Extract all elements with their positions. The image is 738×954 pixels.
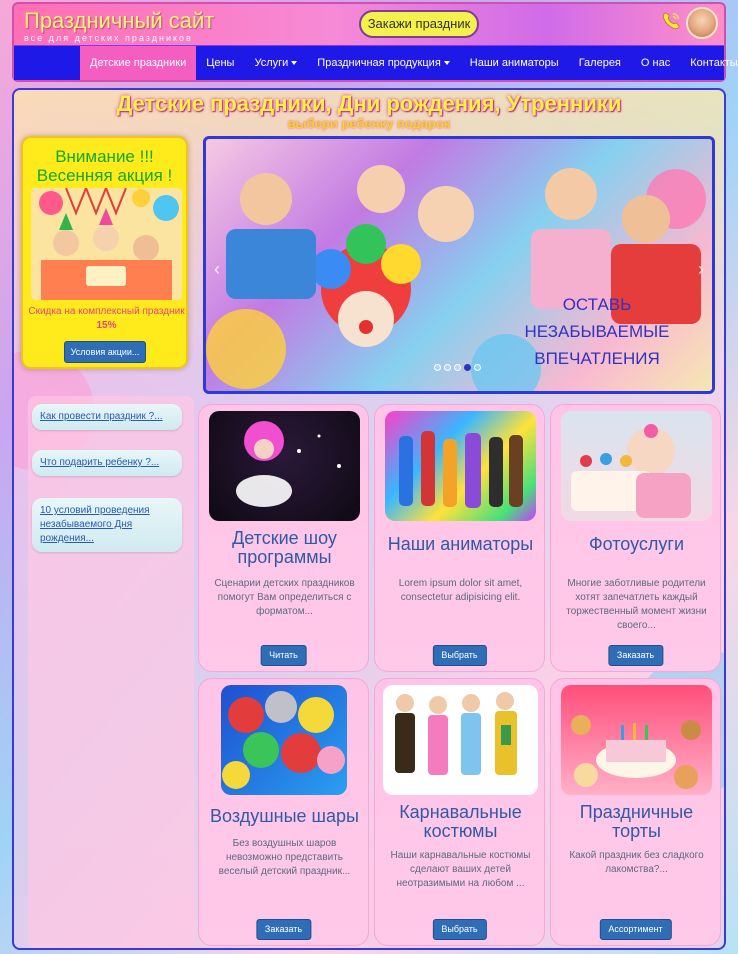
promo-title-line: Внимание !!! [55, 147, 154, 166]
sidebar-link-gift-ideas[interactable]: Что подарить ребенку ?... [32, 450, 182, 476]
nav-item-services[interactable]: Услуги [244, 46, 307, 80]
card-title: Фотоуслуги [588, 534, 685, 554]
nav-label: Галерея [578, 57, 621, 69]
promo-party-image [31, 188, 182, 300]
slide-caption-line: ВПЕЧАТЛЕНИЯ [534, 349, 660, 368]
promo-title: Внимание !!! Весенняя акция ! [23, 147, 186, 185]
sidebar: Как провести праздник ?... Что подарить … [28, 396, 194, 948]
promo-text: Скидка на комплексный праздник 15% [27, 305, 186, 333]
site-subtitle: все для детских праздников [24, 33, 193, 43]
cakes-image [561, 685, 712, 795]
slider-dots [434, 364, 481, 371]
chevron-down-icon [291, 61, 298, 65]
phone-icon[interactable] [660, 10, 682, 32]
clown-show-image [209, 411, 360, 521]
nav-label: Праздничная продукция [317, 57, 441, 69]
chevron-down-icon [443, 61, 450, 65]
choose-button[interactable]: Выбрать [432, 919, 487, 940]
slider-dot[interactable] [444, 364, 451, 371]
nav-item-contacts[interactable]: Контакты [680, 46, 738, 80]
read-button[interactable]: Читать [260, 645, 307, 666]
card-text: Какой праздник без сладкого лакомства?..… [569, 850, 704, 875]
slide-caption-line: ОСТАВЬ [562, 295, 632, 314]
sidebar-link-10-conditions[interactable]: 10 условий проведения незабываемого Дня … [32, 498, 182, 552]
nav-label: Наши аниматоры [469, 57, 559, 69]
slide-caption: ОСТАВЬ НЕЗАБЫВАЕМЫЕ ВПЕЧАТЛЕНИЯ [522, 291, 672, 372]
nav-item-about[interactable]: О нас [631, 46, 680, 80]
main-content: Детские праздники, Дни рождения, Утренни… [12, 88, 726, 950]
card-text: Многие заботливые родители хотят запечат… [566, 578, 707, 631]
animators-image [385, 411, 536, 521]
main-navbar: Детские праздники Цены Услуги Празднична… [14, 45, 738, 80]
nav-label: Цены [206, 57, 235, 69]
card-text: Lorem ipsum dolor sit amet, consectetur … [398, 578, 523, 603]
nav-label: О нас [640, 57, 671, 69]
card-text: Сценарии детских праздников помогут Вам … [214, 578, 355, 617]
nav-item-prices[interactable]: Цены [196, 46, 244, 80]
card-title: Воздушные шары [210, 806, 359, 826]
balloons-image [221, 685, 347, 795]
hero-title: Детские праздники, Дни рождения, Утренни… [116, 91, 622, 116]
assortment-button[interactable]: Ассортимент [599, 919, 672, 940]
costumes-image [383, 685, 538, 795]
slider-dot[interactable] [454, 364, 461, 371]
nav-item-animators[interactable]: Наши аниматоры [460, 46, 569, 80]
promo-discount: 15% [96, 320, 117, 331]
card-title: Наши аниматоры [387, 534, 534, 554]
nav-label: Контакты [690, 57, 738, 69]
order-button[interactable]: Заказать [255, 919, 312, 940]
chevron-right-icon[interactable]: › [698, 259, 704, 280]
slider-dot[interactable] [474, 364, 481, 371]
baby-cake-image [561, 411, 712, 521]
card-title: Праздничные торты [579, 802, 694, 841]
slider-dot-active[interactable] [464, 364, 471, 371]
promo-title-line: Весенняя акция ! [36, 166, 173, 185]
nav-item-products[interactable]: Праздничная продукция [307, 46, 459, 80]
card-photo-services: Фотоуслуги Многие заботливые родители хо… [550, 404, 721, 672]
nav-item-kids-parties[interactable]: Детские праздники [80, 46, 197, 80]
hero-subtitle: выбери ребенку подарок [287, 116, 451, 131]
slide-caption-line: НЕЗАБЫВАЕМЫЕ [524, 322, 670, 341]
card-title: Карнавальные костюмы [399, 802, 522, 841]
promo-description: Скидка на комплексный праздник [28, 306, 185, 317]
nav-label: Услуги [254, 57, 289, 69]
chevron-left-icon[interactable]: ‹ [214, 259, 220, 280]
card-cakes: Праздничные торты Какой праздник без сла… [550, 678, 721, 946]
hero-slider[interactable]: ‹ › ОСТАВЬ НЕЗАБЫВАЕМЫЕ ВПЕЧАТЛЕНИЯ [203, 136, 715, 394]
avatar[interactable] [686, 7, 718, 39]
site-title[interactable]: Праздничный сайт [24, 8, 214, 34]
order-party-button[interactable]: Закажи праздник [359, 10, 479, 38]
nav-label: Детские праздники [90, 57, 187, 69]
slider-dot[interactable] [434, 364, 441, 371]
card-costumes: Карнавальные костюмы Наши карнавальные к… [374, 678, 545, 946]
card-show-programs: Детские шоу программы Сценарии детских п… [198, 404, 369, 672]
sidebar-link-how-to-party[interactable]: Как провести праздник ?... [32, 404, 182, 430]
card-text: Наши карнавальные костюмы сделают ваших … [390, 850, 531, 889]
promo-box: Внимание !!! Весенняя акция ! Скидка на … [21, 136, 188, 369]
card-animators: Наши аниматоры Lorem ipsum dolor sit ame… [374, 404, 545, 672]
nav-item-gallery[interactable]: Галерея [569, 46, 631, 80]
site-header: Праздничный сайт все для детских праздни… [12, 2, 738, 82]
card-text: Без воздушных шаров невозможно представи… [218, 838, 351, 877]
choose-button[interactable]: Выбрать [432, 645, 487, 666]
order-button[interactable]: Заказать [607, 645, 664, 666]
promo-conditions-button[interactable]: Условия акции... [64, 341, 146, 363]
card-balloons: Воздушные шары Без воздушных шаров невоз… [198, 678, 369, 946]
card-title: Детские шоу программы [232, 528, 337, 567]
